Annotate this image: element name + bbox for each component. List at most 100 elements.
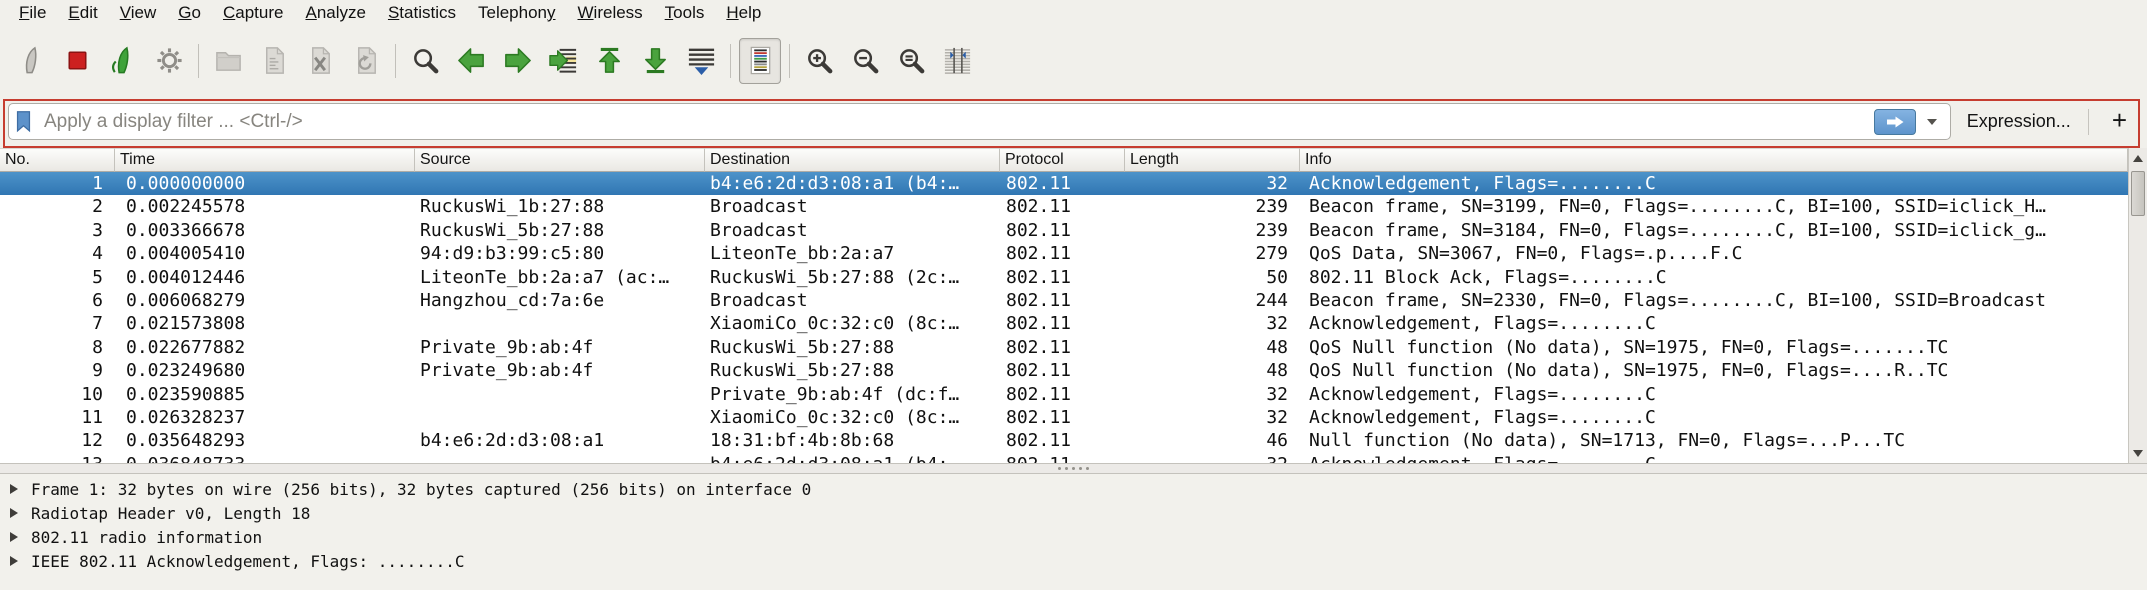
cell-time: 0.026328237 [115,406,415,429]
detail-row[interactable]: IEEE 802.11 Acknowledgement, Flags: ....… [0,549,2147,573]
column-header-destination[interactable]: Destination [705,148,1000,172]
detail-row[interactable]: 802.11 radio information [0,525,2147,549]
stop-capture-button[interactable] [56,38,98,84]
go-to-packet-button[interactable] [542,38,584,84]
expander-arrow-icon[interactable] [10,508,18,518]
packet-row-6[interactable]: 60.006068279Hangzhou_cd:7a:6eBroadcast80… [0,289,2128,312]
detail-row[interactable]: Radiotap Header v0, Length 18 [0,501,2147,525]
add-filter-button[interactable]: + [2106,108,2133,135]
column-header-source[interactable]: Source [415,148,705,172]
menu-capture[interactable]: Capture [212,1,294,25]
find-packet-button[interactable] [404,38,446,84]
cell-no: 13 [0,453,115,463]
cell-no: 10 [0,383,115,406]
scroll-down-button[interactable] [2129,444,2147,462]
cell-protocol: 802.11 [1000,336,1125,359]
cell-time: 0.036848733 [115,453,415,463]
expander-arrow-icon[interactable] [10,556,18,566]
menu-go[interactable]: Go [167,1,212,25]
pane-splitter[interactable] [0,463,2147,474]
go-first-packet-button[interactable] [588,38,630,84]
auto-scroll-button[interactable] [680,38,722,84]
capture-options-button[interactable] [148,38,190,84]
cell-no: 12 [0,429,115,452]
packet-row-12[interactable]: 120.035648293b4:e6:2d:d3:08:a118:31:bf:4… [0,429,2128,452]
cell-protocol: 802.11 [1000,172,1125,195]
start-capture-button[interactable] [10,38,52,84]
cell-no: 6 [0,289,115,312]
menu-telephony[interactable]: Telephony [467,1,567,25]
menu-wireless[interactable]: Wireless [567,1,654,25]
menubar: FileEditViewGoCaptureAnalyzeStatisticsTe… [0,0,2147,26]
menu-file[interactable]: File [8,1,57,25]
cell-info: Acknowledgement, Flags=........C [1300,453,2128,463]
expander-arrow-icon[interactable] [10,484,18,494]
close-file-icon [305,45,336,76]
column-header-length[interactable]: Length [1125,148,1300,172]
cell-time: 0.023249680 [115,359,415,382]
resize-columns-button[interactable] [936,38,978,84]
cell-length: 239 [1125,219,1300,242]
cell-source: RuckusWi_1b:27:88 [415,195,705,218]
detail-text: IEEE 802.11 Acknowledgement, Flags: ....… [31,552,464,571]
column-header-info[interactable]: Info [1300,148,2128,172]
expander-arrow-icon[interactable] [10,532,18,542]
go-last-packet-button[interactable] [634,38,676,84]
cell-info: QoS Null function (No data), SN=1975, FN… [1300,336,2128,359]
zoom-in-button[interactable] [798,38,840,84]
save-file-button[interactable] [253,38,295,84]
reload-file-button[interactable] [345,38,387,84]
cell-length: 32 [1125,406,1300,429]
zoom-original-button[interactable] [890,38,932,84]
menu-view[interactable]: View [109,1,168,25]
menu-edit[interactable]: Edit [57,1,108,25]
packet-row-11[interactable]: 110.026328237XiaomiCo_0c:32:c0 (8c:…802.… [0,406,2128,429]
packet-list-scrollbar[interactable] [2128,148,2147,463]
cell-no: 3 [0,219,115,242]
go-forward-button[interactable] [496,38,538,84]
menu-tools[interactable]: Tools [654,1,716,25]
packet-row-8[interactable]: 80.022677882Private_9b:ab:4fRuckusWi_5b:… [0,336,2128,359]
cell-no: 2 [0,195,115,218]
filter-history-dropdown-icon[interactable] [1927,119,1937,125]
cell-destination: XiaomiCo_0c:32:c0 (8c:… [705,312,1000,335]
auto-scroll-icon [686,45,717,76]
cell-length: 279 [1125,242,1300,265]
detail-row[interactable]: Frame 1: 32 bytes on wire (256 bits), 32… [0,477,2147,501]
zoom-out-button[interactable] [844,38,886,84]
packet-row-10[interactable]: 100.023590885Private_9b:ab:4f (dc:f…802.… [0,383,2128,406]
colorize-packets-icon [745,45,776,76]
menu-statistics[interactable]: Statistics [377,1,467,25]
column-header-time[interactable]: Time [115,148,415,172]
packet-row-4[interactable]: 40.00400541094:d9:b3:99:c5:80LiteonTe_bb… [0,242,2128,265]
column-header-protocol[interactable]: Protocol [1000,148,1125,172]
close-file-button[interactable] [299,38,341,84]
cell-source: Hangzhou_cd:7a:6e [415,289,705,312]
expression-button[interactable]: Expression... [1967,111,2071,132]
restart-capture-button[interactable] [102,38,144,84]
go-back-button[interactable] [450,38,492,84]
packet-row-13[interactable]: 130.036848733b4:e6:2d:d3:08:a1 (b4:…802.… [0,453,2128,463]
scroll-up-button[interactable] [2129,149,2147,167]
packet-row-7[interactable]: 70.021573808XiaomiCo_0c:32:c0 (8c:…802.1… [0,312,2128,335]
arrow-up-icon [2133,155,2143,162]
packet-row-1[interactable]: 10.000000000b4:e6:2d:d3:08:a1 (b4:…802.1… [0,172,2128,195]
packet-row-9[interactable]: 90.023249680Private_9b:ab:4fRuckusWi_5b:… [0,359,2128,382]
column-header-no[interactable]: No. [0,148,115,172]
zoom-out-icon [850,45,881,76]
menu-help[interactable]: Help [715,1,772,25]
cell-source [415,383,705,406]
open-file-button[interactable] [207,38,249,84]
scrollbar-thumb[interactable] [2131,171,2145,216]
reload-file-icon [351,45,382,76]
display-filter-input[interactable]: Apply a display filter ... <Ctrl-/> [8,103,1951,140]
menu-analyze[interactable]: Analyze [294,1,376,25]
toolbar-separator [198,44,199,78]
apply-filter-button[interactable] [1874,109,1916,135]
colorize-packets-button[interactable] [739,38,781,84]
packet-row-5[interactable]: 50.004012446LiteonTe_bb:2a:a7 (ac:…Rucku… [0,266,2128,289]
filter-bookmark-icon[interactable] [15,110,32,133]
packet-row-2[interactable]: 20.002245578RuckusWi_1b:27:88Broadcast80… [0,195,2128,218]
cell-destination: LiteonTe_bb:2a:a7 [705,242,1000,265]
packet-row-3[interactable]: 30.003366678RuckusWi_5b:27:88Broadcast80… [0,219,2128,242]
